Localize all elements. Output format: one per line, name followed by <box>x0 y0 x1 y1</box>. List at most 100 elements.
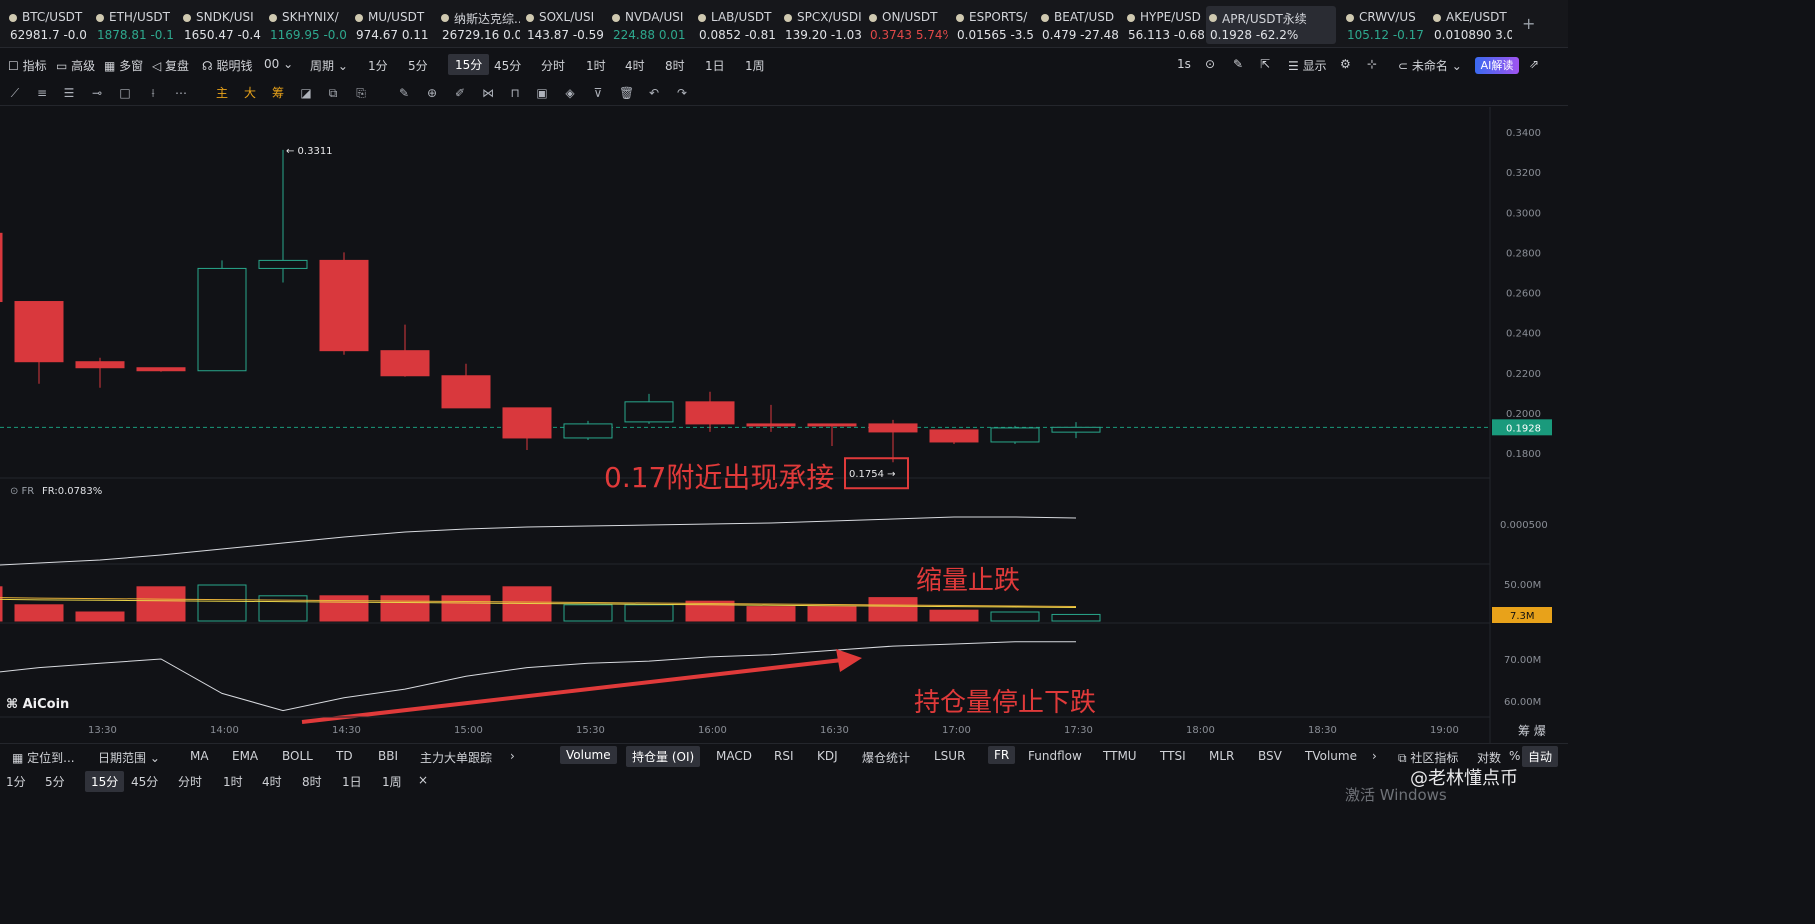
sub-indicator-tab[interactable]: RSI <box>774 749 794 763</box>
layout-menu[interactable]: 00 ⌄ <box>264 57 293 71</box>
magnet-tool-icon[interactable]: ⋈ <box>481 86 495 100</box>
main-indicator-tab[interactable]: EMA <box>232 749 258 763</box>
bottom-timeframe-tab[interactable]: 1时 <box>223 773 243 790</box>
bottom-timeframe-tab[interactable]: 1日 <box>342 773 362 790</box>
candle-body[interactable] <box>319 259 369 352</box>
candle-body[interactable] <box>380 350 430 377</box>
delete-tool-icon[interactable]: 🗑 <box>619 86 634 100</box>
save-tool-icon[interactable]: ▣ <box>535 86 549 100</box>
lock-tool-icon[interactable]: ⊓ <box>508 86 522 100</box>
candle-body[interactable] <box>502 407 552 439</box>
close-icon[interactable]: × <box>418 773 428 787</box>
pen-tool-icon[interactable]: ✎ <box>397 86 411 100</box>
candle-body[interactable] <box>929 429 979 443</box>
candle-body[interactable] <box>624 401 674 423</box>
more-indicators-icon[interactable]: › <box>510 749 515 763</box>
main-indicator-tab[interactable]: TD <box>336 749 353 763</box>
chart-area[interactable]: ⊙ APR/USDT永续 2026-08-15 17:30 开 0.1904 高… <box>0 107 1568 743</box>
main-indicator-tab[interactable]: MA <box>190 749 209 763</box>
fullscreen-icon[interactable]: ⇱ <box>1260 57 1270 71</box>
redo-tool-icon[interactable]: ↷ <box>675 86 689 100</box>
candle-body[interactable] <box>868 423 918 433</box>
more-sub-indicators-icon[interactable]: › <box>1372 749 1377 763</box>
hline-tool-icon[interactable]: ⊸ <box>90 86 104 100</box>
ticker-item[interactable]: BEAT/USD 0.479 -27.48 <box>1038 6 1120 44</box>
candle-body[interactable] <box>14 301 64 363</box>
sub-indicator-tab[interactable]: BSV <box>1258 749 1282 763</box>
ticker-item[interactable]: ESPORTS/0.01565 -3.5 <box>953 6 1035 44</box>
replay-menu[interactable]: ◁ 复盘 <box>152 57 189 74</box>
sub-indicator-tab[interactable]: KDJ <box>817 749 838 763</box>
timeframe-tab[interactable]: 15分 <box>448 54 490 75</box>
bottom-timeframe-tab[interactable]: 4时 <box>262 773 282 790</box>
multi-window-menu[interactable]: ▦ 多窗 <box>104 57 143 74</box>
ticker-item[interactable]: APR/USDT永续 0.1928 -62.2% <box>1206 6 1336 44</box>
display-menu[interactable]: ☰ 显示 <box>1288 57 1327 74</box>
bottom-timeframe-tab[interactable]: 15分 <box>85 771 125 792</box>
ticker-item[interactable]: SPCX/USDI 139.20 -1.03 <box>781 6 863 44</box>
main-indicator-tab[interactable]: BBI <box>378 749 398 763</box>
pattern-tool-icon[interactable]: ◪ <box>299 86 313 100</box>
draw-tool-icon[interactable]: 主 <box>215 86 229 100</box>
channel-tool-icon[interactable]: ☰ <box>62 86 76 100</box>
ticker-item[interactable]: SKHYNIX/1169.95 -0.0 <box>266 6 348 44</box>
copy-tool-icon[interactable]: ⧉ <box>326 86 340 100</box>
rect-tool-icon[interactable]: □ <box>118 86 132 100</box>
refresh-rate[interactable]: 1s <box>1177 57 1191 71</box>
settings-icon[interactable]: ⚙ <box>1340 57 1351 71</box>
timeframe-tab[interactable]: 1周 <box>745 57 765 74</box>
measure-tool-icon[interactable]: ⟊ <box>146 86 160 100</box>
camera-icon[interactable]: ⊙ <box>1205 57 1215 71</box>
sub-indicator-tab[interactable]: 爆仓统计 <box>862 749 910 766</box>
sub-indicator-tab[interactable]: TTMU <box>1103 749 1137 763</box>
undo-tool-icon[interactable]: ↶ <box>647 86 661 100</box>
timeframe-tab[interactable]: 45分 <box>494 57 521 74</box>
candle-body[interactable] <box>685 401 735 425</box>
bottom-timeframe-tab[interactable]: 8时 <box>302 773 322 790</box>
timeframe-tab[interactable]: 1日 <box>705 57 725 74</box>
template-menu[interactable]: ⊂ 未命名 ⌄ <box>1398 57 1462 74</box>
dots-tool-icon[interactable]: ⋯ <box>174 86 188 100</box>
main-indicator-tab[interactable]: 主力大单跟踪 <box>420 749 492 766</box>
draw-tool-icon[interactable]: 筹 <box>271 86 285 100</box>
h-lines-tool-icon[interactable]: ≡ <box>35 86 49 100</box>
candle-body[interactable] <box>136 367 186 372</box>
candle-body[interactable] <box>0 232 3 303</box>
timeframe-tab[interactable]: 8时 <box>665 57 685 74</box>
sub-indicator-tab[interactable]: TTSI <box>1160 749 1186 763</box>
candle-body[interactable] <box>197 267 247 372</box>
percent-scale-toggle[interactable]: % <box>1509 749 1520 763</box>
sub-indicator-tab[interactable]: MLR <box>1209 749 1234 763</box>
candle-body[interactable] <box>563 423 613 439</box>
sub-indicator-tab[interactable]: Fundflow <box>1028 749 1082 763</box>
candle-body[interactable] <box>807 423 857 427</box>
sub-indicator-tab[interactable]: LSUR <box>934 749 965 763</box>
ticker-item[interactable]: 纳斯达克综... 26729.16 0.0 <box>438 6 520 44</box>
sub-indicator-tab[interactable]: TVolume <box>1305 749 1357 763</box>
candle-body[interactable] <box>75 361 125 369</box>
candle-body[interactable] <box>1051 426 1101 433</box>
sub-indicator-tab[interactable]: MACD <box>716 749 752 763</box>
ticker-item[interactable]: CRWV/US 105.12 -0.17 <box>1343 6 1425 44</box>
locate-button[interactable]: ▦ 定位到... <box>12 749 75 766</box>
hide-tool-icon[interactable]: ◈ <box>563 86 577 100</box>
indicator-menu[interactable]: ☐ 指标 <box>8 57 47 74</box>
line-tool-icon[interactable]: ⟋ <box>8 86 22 100</box>
ticker-item[interactable]: MU/USDT 974.67 0.11 <box>352 6 434 44</box>
sub-indicator-tab[interactable]: Volume <box>560 746 617 764</box>
filter-tool-icon[interactable]: ⊽ <box>591 86 605 100</box>
ticker-item[interactable]: SOXL/USI 143.87 -0.59 <box>523 6 605 44</box>
ticker-item[interactable]: AKE/USDT 0.010890 3.0 <box>1430 6 1512 44</box>
grid-icon[interactable]: ⊹ <box>1367 57 1377 71</box>
sub-indicator-tab[interactable]: FR <box>988 746 1016 764</box>
bottom-timeframe-tab[interactable]: 5分 <box>45 773 65 790</box>
advanced-menu[interactable]: ▭ 高级 <box>56 57 95 74</box>
note-tool-icon[interactable]: ⎘ <box>354 86 368 100</box>
sub-indicator-tab[interactable]: 持仓量 (OI) <box>626 746 701 767</box>
smart-money-menu[interactable]: ☊ 聪明钱 <box>202 57 253 74</box>
candle-body[interactable] <box>441 375 491 409</box>
ticker-item[interactable]: ON/USDT 0.3743 5.74% <box>866 6 948 44</box>
period-menu[interactable]: 周期 ⌄ <box>310 57 348 74</box>
ticker-item[interactable]: LAB/USDT 0.0852 -0.81 <box>695 6 777 44</box>
zoom-tool-icon[interactable]: ⊕ <box>425 86 439 100</box>
